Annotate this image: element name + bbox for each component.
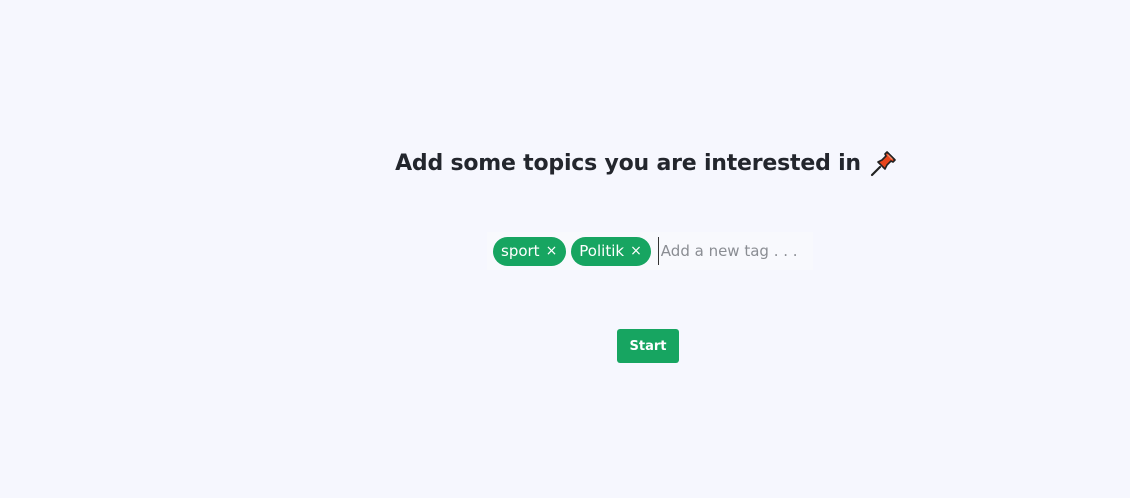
new-tag-input[interactable]	[657, 237, 811, 265]
remove-tag-icon[interactable]: ×	[546, 244, 558, 258]
tag-label: Politik	[579, 242, 625, 260]
pushpin-icon	[869, 148, 899, 178]
heading-row: Add some topics you are interested in	[0, 148, 1130, 178]
tag-label: sport	[501, 242, 540, 260]
page-title: Add some topics you are interested in	[395, 150, 861, 176]
app-page: Add some topics you are interested in sp…	[0, 0, 1130, 498]
tag-input-box[interactable]: sport × Politik ×	[487, 232, 813, 270]
tag-chip: Politik ×	[571, 236, 651, 266]
start-button[interactable]: Start	[617, 329, 679, 363]
remove-tag-icon[interactable]: ×	[630, 244, 642, 258]
tag-chip: sport ×	[493, 236, 567, 266]
